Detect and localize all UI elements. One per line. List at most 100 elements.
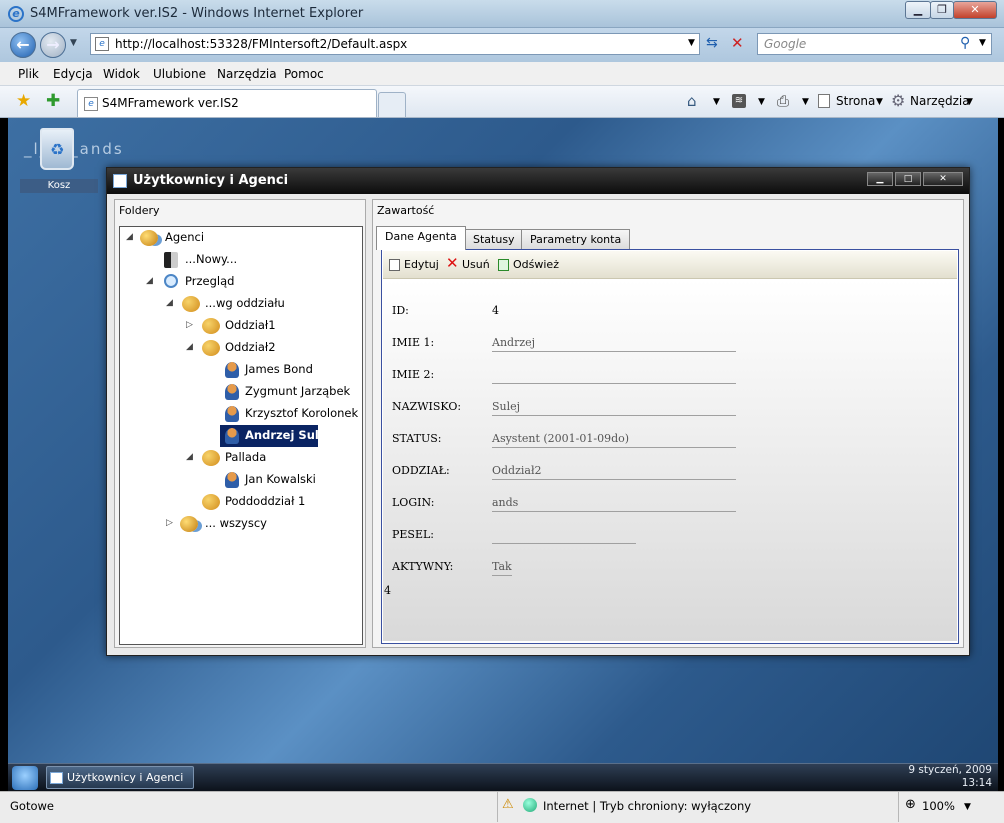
tree-node-wg-oddzialu[interactable]: ...wg oddziału: [205, 293, 285, 313]
collapse-arrow-icon[interactable]: ◢: [186, 452, 193, 462]
collapse-arrow-icon[interactable]: ◢: [146, 276, 153, 286]
window-close-button[interactable]: ✕: [923, 172, 963, 186]
web-taskbar: Użytkownicy i Agenci 9 styczeń, 2009 13:…: [8, 763, 998, 791]
tab-page-icon: e: [84, 97, 98, 111]
field-value-imie1: Andrzej: [492, 336, 736, 352]
tools-gear-icon: ⚙: [891, 91, 906, 110]
tab-dane-agenta[interactable]: Dane Agenta: [376, 226, 466, 250]
collapse-arrow-icon[interactable]: ◢: [166, 298, 173, 308]
window-title: Użytkownicy i Agenci: [133, 173, 289, 188]
browser-status-bar: Gotowe ⚠ Internet | Tryb chroniony: wyłą…: [0, 791, 1004, 823]
user-icon: [225, 362, 239, 378]
new-tab-button[interactable]: [378, 92, 406, 117]
edit-button[interactable]: Edytuj: [404, 258, 439, 271]
history-dropdown-icon[interactable]: ▼: [70, 38, 77, 48]
security-zone-text[interactable]: Internet | Tryb chroniony: wyłączony: [543, 799, 751, 813]
collapse-arrow-icon[interactable]: ◢: [126, 232, 133, 242]
tools-menu[interactable]: Narzędzia: [910, 94, 970, 108]
tools-dropdown-icon[interactable]: ▼: [966, 97, 973, 107]
folders-pane-title: Foldery: [119, 204, 160, 217]
feeds-icon[interactable]: ≋: [732, 94, 746, 108]
group-icon: [202, 494, 220, 510]
maximize-button[interactable]: ❐: [930, 1, 954, 19]
tab-statusy[interactable]: Statusy: [464, 229, 524, 249]
window-title-bar[interactable]: Użytkownicy i Agenci ▁ □ ✕: [107, 168, 969, 194]
favorites-star-icon[interactable]: ★: [16, 91, 31, 111]
url-field[interactable]: http://localhost:53328/FMIntersoft2/Defa…: [90, 33, 700, 55]
ie-logo-icon: e: [8, 6, 24, 22]
refresh-icon[interactable]: ⇆: [706, 35, 718, 51]
tree-node-nowy[interactable]: ...Nowy...: [185, 249, 237, 269]
tree-node-oddzial1[interactable]: Oddział1: [225, 315, 276, 335]
home-icon[interactable]: ⌂: [687, 92, 697, 110]
tree-node-agenci[interactable]: Agenci: [165, 227, 204, 247]
field-label-oddzial: ODDZIAŁ:: [392, 464, 450, 477]
tree-node-poddoddzial-1[interactable]: Poddoddział 1: [225, 491, 305, 511]
expand-arrow-icon[interactable]: ▷: [166, 518, 173, 528]
search-icon: [164, 274, 178, 288]
collapse-arrow-icon[interactable]: ◢: [186, 342, 193, 352]
start-button[interactable]: [12, 766, 38, 790]
search-dropdown-icon[interactable]: ▼: [979, 38, 986, 48]
browser-tab[interactable]: e S4MFramework ver.IS2: [77, 89, 377, 117]
tree-node-jan-kowalski[interactable]: Jan Kowalski: [245, 469, 316, 489]
add-favorite-icon[interactable]: ✚: [46, 91, 60, 111]
tree-node-wszyscy[interactable]: ... wszyscy: [205, 513, 267, 533]
page-menu[interactable]: Strona: [836, 94, 875, 108]
window-minimize-button[interactable]: ▁: [867, 172, 893, 186]
feeds-dropdown-icon[interactable]: ▼: [758, 97, 765, 107]
recycle-bin-icon[interactable]: ♻: [40, 128, 74, 170]
stop-icon[interactable]: ✕: [731, 34, 744, 52]
home-dropdown-icon[interactable]: ▼: [713, 97, 720, 107]
forward-button[interactable]: →: [40, 32, 66, 58]
back-button[interactable]: ←: [10, 32, 36, 58]
recycle-bin-label[interactable]: Kosz: [20, 179, 98, 193]
field-value-pesel: [492, 528, 636, 544]
url-dropdown-icon[interactable]: ▼: [688, 38, 695, 48]
field-value-status: Asystent (2001-01-09do): [492, 432, 736, 448]
menu-plik[interactable]: Plik: [18, 67, 39, 81]
taskbar-item-users-agents[interactable]: Użytkownicy i Agenci: [46, 766, 194, 789]
tree-node-pallada[interactable]: Pallada: [225, 447, 266, 467]
tree-node-zygmunt-jarzabek[interactable]: Zygmunt Jarząbek: [245, 381, 350, 401]
window-maximize-button[interactable]: □: [895, 172, 921, 186]
clock: 9 styczeń, 2009 13:14: [908, 764, 992, 790]
group-icon: [202, 318, 220, 334]
agent-form: ID: 4 IMIE 1: Andrzej IMIE 2: NAZWISKO: …: [383, 280, 957, 641]
agents-group-icon: [140, 230, 158, 246]
details-toolbar: Edytuj ✕ Usuń Odśwież: [383, 251, 957, 279]
page-dropdown-icon[interactable]: ▼: [876, 97, 883, 107]
tree-node-przeglad[interactable]: Przegląd: [185, 271, 234, 291]
tree-node-oddzial2[interactable]: Oddział2: [225, 337, 276, 357]
field-label-id: ID:: [392, 304, 409, 317]
field-label-nazwisko: NAZWISKO:: [392, 400, 462, 413]
browser-title: S4MFramework ver.IS2 - Windows Internet …: [30, 6, 364, 21]
minimize-button[interactable]: ▁: [905, 1, 931, 19]
menu-ulubione[interactable]: Ulubione: [153, 67, 206, 81]
print-dropdown-icon[interactable]: ▼: [802, 97, 809, 107]
refresh-button[interactable]: Odśwież: [513, 258, 559, 271]
security-warning-icon[interactable]: ⚠: [502, 797, 514, 812]
zoom-dropdown-icon[interactable]: ▼: [964, 802, 971, 812]
menu-edycja[interactable]: Edycja: [53, 67, 93, 81]
close-button[interactable]: ✕: [953, 1, 997, 19]
delete-button[interactable]: Usuń: [462, 258, 490, 271]
menu-widok[interactable]: Widok: [103, 67, 140, 81]
tree-node-james-bond[interactable]: James Bond: [245, 359, 313, 379]
zoom-level[interactable]: 100%: [922, 799, 955, 813]
tree-node-krzysztof-korolonek[interactable]: Krzysztof Korolonek: [245, 403, 358, 423]
field-value-login: ands: [492, 496, 736, 512]
recycle-symbol-icon: ♻: [50, 140, 65, 159]
browser-title-bar: e S4MFramework ver.IS2 - Windows Interne…: [0, 0, 1004, 28]
expand-arrow-icon[interactable]: ▷: [186, 320, 193, 330]
group-icon: [202, 450, 220, 466]
page-icon: e: [95, 37, 109, 51]
menu-pomoc[interactable]: Pomoc: [284, 67, 324, 81]
tab-parametry-konta[interactable]: Parametry konta: [521, 229, 631, 249]
menu-narzedzia[interactable]: Narzędzia: [217, 67, 277, 81]
field-value-nazwisko: Sulej: [492, 400, 736, 416]
search-icon[interactable]: ⚲: [960, 35, 970, 51]
tree-node-andrzej-sulej[interactable]: Andrzej Sulej: [245, 425, 331, 445]
print-icon[interactable]: ⎙: [777, 92, 789, 110]
search-input[interactable]: Google: [757, 33, 992, 55]
